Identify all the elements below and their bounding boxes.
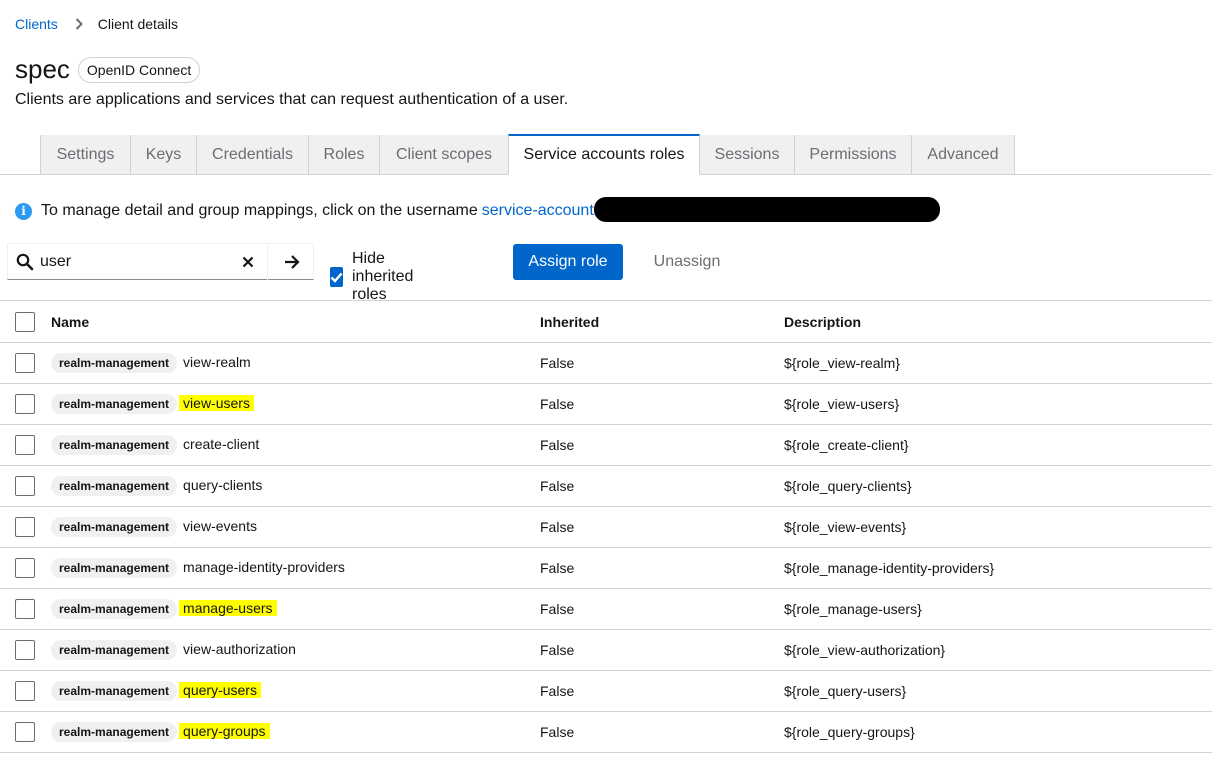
role-description: ${role_create-client} <box>784 424 1212 466</box>
breadcrumb-clients-link[interactable]: Clients <box>15 16 58 32</box>
client-chip: realm-management <box>51 722 178 742</box>
role-description: ${role_view-realm} <box>784 342 1212 384</box>
role-description: ${role_view-users} <box>784 383 1212 425</box>
role-name: view-users <box>179 395 254 411</box>
role-name: manage-users <box>179 600 277 616</box>
tab-credentials[interactable]: Credentials <box>197 135 309 174</box>
clear-search-icon[interactable] <box>238 252 258 272</box>
role-description: ${role_query-users} <box>784 670 1212 712</box>
assign-role-button[interactable]: Assign role <box>513 244 623 280</box>
row-checkbox[interactable] <box>15 517 35 537</box>
client-chip: realm-management <box>51 640 178 660</box>
client-chip: realm-management <box>51 476 178 496</box>
row-checkbox[interactable] <box>15 394 35 414</box>
inherited-value: False <box>540 629 784 671</box>
tab-settings[interactable]: Settings <box>40 135 131 174</box>
client-chip: realm-management <box>51 558 178 578</box>
page-title: spec <box>15 54 70 84</box>
protocol-badge: OpenID Connect <box>77 56 201 83</box>
table-header-row: Name Inherited Description <box>0 300 1212 343</box>
row-checkbox[interactable] <box>15 558 35 578</box>
roles-table: Name Inherited Description realm-managem… <box>0 300 1212 753</box>
search-box <box>7 243 314 280</box>
table-row: realm-management view-events False ${role… <box>0 506 1212 548</box>
service-account-info: i To manage detail and group mappings, c… <box>15 201 594 221</box>
client-tabs: Settings Keys Credentials Roles Client s… <box>0 134 1212 175</box>
table-row: realm-management create-client False ${ro… <box>0 424 1212 466</box>
hide-inherited-label: Hide inherited roles <box>352 250 414 303</box>
column-header-description[interactable]: Description <box>784 300 1212 343</box>
role-description: ${role_query-clients} <box>784 465 1212 507</box>
tab-roles[interactable]: Roles <box>309 135 380 174</box>
row-checkbox[interactable] <box>15 722 35 742</box>
info-icon: i <box>15 202 32 220</box>
select-all-checkbox[interactable] <box>15 311 35 332</box>
table-row: realm-management view-realm False ${role_… <box>0 342 1212 384</box>
role-description: ${role_manage-users} <box>784 588 1212 630</box>
inherited-value: False <box>540 424 784 466</box>
client-chip: realm-management <box>51 517 178 537</box>
row-checkbox[interactable] <box>15 476 35 496</box>
hide-inherited-roles-toggle[interactable]: Hide inherited roles <box>330 250 420 304</box>
inherited-value: False <box>540 670 784 712</box>
tab-keys[interactable]: Keys <box>131 135 197 174</box>
role-name: view-authorization <box>183 641 296 657</box>
client-chip: realm-management <box>51 681 178 701</box>
row-checkbox[interactable] <box>15 353 35 373</box>
tab-permissions[interactable]: Permissions <box>795 135 912 174</box>
search-submit-arrow-icon[interactable] <box>267 244 315 280</box>
breadcrumb-current: Client details <box>97 16 178 32</box>
row-checkbox[interactable] <box>15 435 35 455</box>
role-description: ${role_view-authorization} <box>784 629 1212 671</box>
row-checkbox[interactable] <box>15 640 35 660</box>
tab-sessions[interactable]: Sessions <box>700 135 795 174</box>
role-description: ${role_view-events} <box>784 506 1212 548</box>
table-row: realm-management manage-users False ${rol… <box>0 588 1212 630</box>
search-input[interactable] <box>40 252 240 271</box>
role-description: ${role_query-groups} <box>784 711 1212 753</box>
client-chip: realm-management <box>51 599 178 619</box>
chevron-right-icon <box>72 17 86 31</box>
page-description: Clients are applications and services th… <box>15 91 569 108</box>
table-row: realm-management view-authorization False… <box>0 629 1212 671</box>
inherited-value: False <box>540 465 784 507</box>
inherited-value: False <box>540 506 784 548</box>
role-name: view-realm <box>183 354 251 370</box>
hide-inherited-checkbox[interactable] <box>330 267 343 287</box>
table-row: realm-management query-groups False ${rol… <box>0 711 1212 753</box>
client-chip: realm-management <box>51 435 178 455</box>
row-checkbox[interactable] <box>15 681 35 701</box>
table-row: realm-management query-users False ${role… <box>0 670 1212 712</box>
row-checkbox[interactable] <box>15 599 35 619</box>
inherited-value: False <box>540 547 784 589</box>
column-header-inherited[interactable]: Inherited <box>540 300 784 343</box>
tab-client-scopes[interactable]: Client scopes <box>380 135 509 174</box>
client-chip: realm-management <box>51 353 178 373</box>
service-account-link[interactable]: service-account <box>482 202 594 220</box>
inherited-value: False <box>540 383 784 425</box>
inherited-value: False <box>540 711 784 753</box>
column-header-name[interactable]: Name <box>51 300 540 343</box>
role-description: ${role_manage-identity-providers} <box>784 547 1212 589</box>
role-name: query-groups <box>179 723 270 739</box>
client-chip: realm-management <box>51 394 178 414</box>
inherited-value: False <box>540 342 784 384</box>
search-icon <box>16 253 34 271</box>
role-name: query-clients <box>183 477 263 493</box>
breadcrumb: Clients Client details <box>15 15 178 33</box>
table-row: realm-management view-users False ${role_… <box>0 383 1212 425</box>
info-text: To manage detail and group mappings, cli… <box>41 202 478 219</box>
tab-advanced[interactable]: Advanced <box>912 135 1015 174</box>
inherited-value: False <box>540 588 784 630</box>
role-name: view-events <box>183 518 257 534</box>
role-name: query-users <box>179 682 261 698</box>
unassign-button[interactable]: Unassign <box>637 244 737 280</box>
tab-service-accounts-roles[interactable]: Service accounts roles <box>508 134 700 175</box>
role-name: manage-identity-providers <box>183 559 345 575</box>
title-row: spec OpenID Connect <box>15 54 201 85</box>
table-row: realm-management manage-identity-provider… <box>0 547 1212 589</box>
table-row: realm-management query-clients False ${ro… <box>0 465 1212 507</box>
redaction-bar <box>594 197 940 222</box>
role-name: create-client <box>183 436 260 452</box>
